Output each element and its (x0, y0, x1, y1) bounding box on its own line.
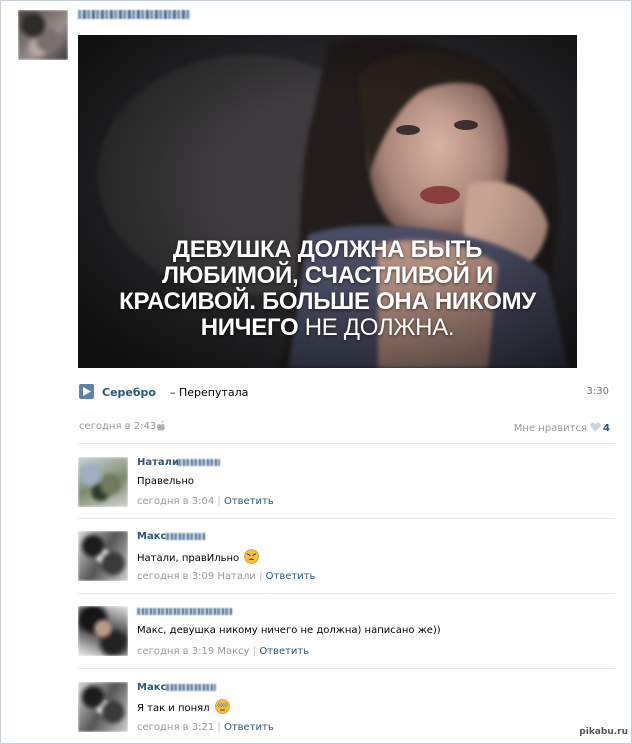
separator: | (217, 722, 221, 733)
post-image[interactable]: ДЕВУШКА ДОЛЖНА БЫТЬ ЛЮБИМОЙ, СЧАСТЛИВОЙ … (78, 35, 577, 368)
play-icon (83, 387, 91, 396)
comment-avatar[interactable] (78, 457, 128, 507)
comment-time[interactable]: сегодня в 3:04 (137, 496, 214, 507)
comment-author-surname-blurred (166, 533, 206, 540)
comment-footer: сегодня в 3:09 Натали | Ответить (137, 571, 315, 582)
post-meta: сегодня в 2:43 Мне нравится 4 (79, 420, 610, 434)
comment-time[interactable]: сегодня в 3:21 (137, 722, 214, 733)
comment-time[interactable]: сегодня в 3:09 (137, 571, 214, 582)
tired-face-emoji (244, 549, 260, 564)
quote-line-1: ДЕВУШКА ДОЛЖНА БЫТЬ (172, 236, 483, 263)
like-button[interactable]: Мне нравится 4 (513, 421, 610, 434)
comment-reply-to[interactable]: Максу (217, 646, 249, 657)
apple-icon (157, 420, 165, 431)
play-button[interactable] (79, 384, 94, 399)
audio-track: – Перепутала (170, 386, 249, 399)
divider (78, 668, 615, 669)
comment-author-name[interactable]: Макс (137, 531, 166, 542)
comment-avatar[interactable] (78, 682, 128, 732)
comment-footer: сегодня в 3:19 Максу | Ответить (137, 646, 309, 657)
comment-avatar[interactable] (78, 606, 128, 656)
divider (78, 593, 615, 594)
comment-footer: сегодня в 3:21 | Ответить (137, 722, 274, 733)
quote-line-4-bold: НИЧЕГО (200, 314, 299, 341)
post-time[interactable]: сегодня в 2:43 (79, 421, 156, 432)
comment-text: Правельно (137, 476, 194, 487)
heart-icon (590, 422, 601, 432)
quote-line-4-thin: НЕ ДОЛЖНА. (298, 314, 455, 341)
separator: | (259, 571, 263, 582)
like-label: Мне нравится (513, 423, 588, 434)
comment-author-name-blurred[interactable] (137, 608, 233, 615)
comment-text: Я так и понял (137, 699, 230, 714)
comment-author-name[interactable]: Макс (137, 682, 166, 693)
reply-button[interactable]: Ответить (224, 722, 274, 733)
divider (78, 443, 615, 444)
reply-button[interactable]: Ответить (224, 496, 274, 507)
comment-avatar[interactable] (78, 531, 128, 581)
separator: | (217, 496, 221, 507)
comment-author-surname-blurred (178, 459, 220, 466)
quote-text: ДЕВУШКА ДОЛЖНА БЫТЬ ЛЮБИМОЙ, СЧАСТЛИВОЙ … (78, 237, 577, 341)
comment-author-surname-blurred (166, 684, 216, 691)
like-count: 4 (603, 423, 610, 434)
author-name[interactable] (78, 10, 190, 19)
comment-text-body: Натали, правИльно (137, 553, 240, 564)
comment-footer: сегодня в 3:04 | Ответить (137, 496, 274, 507)
comment-author-name[interactable]: Натали (137, 457, 179, 468)
audio-duration: 3:30 (586, 386, 609, 397)
flushed-face-emoji (214, 699, 230, 714)
comment-text: Натали, правИльно (137, 549, 260, 564)
comment-text: Макс, девушка никому ничего не должна) н… (137, 625, 441, 636)
audio-artist[interactable]: Серебро (102, 386, 156, 399)
divider (78, 518, 615, 519)
quote-line-2: ЛЮБИМОЙ, СЧАСТЛИВОЙ И (162, 262, 493, 289)
comment-time[interactable]: сегодня в 3:19 (137, 646, 214, 657)
quote-line-4: НИЧЕГО НЕ ДОЛЖНА. (78, 315, 577, 341)
comment-text-body: Я так и понял (137, 703, 210, 714)
audio-attachment: Серебро – Перепутала 3:30 (79, 384, 610, 400)
author-avatar[interactable] (18, 10, 68, 60)
quote-line-3: КРАСИВОЙ. БОЛЬШЕ ОНА НИКОМУ (119, 288, 536, 315)
watermark: pikabu.ru (579, 727, 628, 737)
reply-button[interactable]: Ответить (266, 571, 316, 582)
separator: | (252, 646, 257, 657)
reply-button[interactable]: Ответить (259, 646, 309, 657)
comment-reply-to[interactable]: Натали (217, 571, 256, 582)
